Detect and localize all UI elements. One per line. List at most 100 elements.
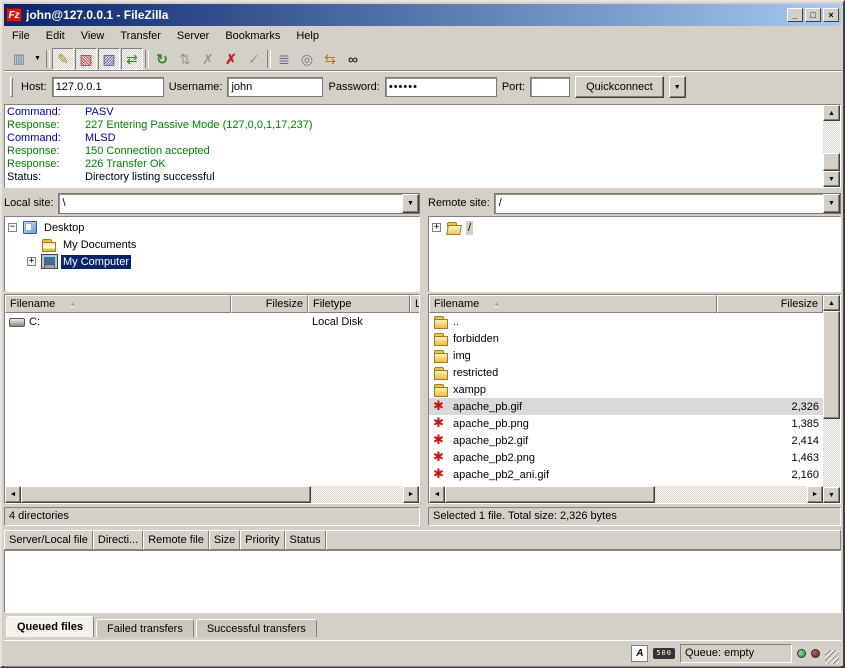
combo-dropdown-icon[interactable]: ▼ bbox=[402, 194, 419, 213]
menu-item[interactable]: Server bbox=[169, 28, 217, 44]
remote-hscroll-track[interactable] bbox=[655, 486, 807, 503]
menu-item[interactable]: Transfer bbox=[112, 28, 169, 44]
tree-item[interactable]: My Documents bbox=[6, 236, 418, 253]
local-horizontal-scrollbar[interactable]: ◄ ► bbox=[5, 486, 419, 503]
menu-item[interactable]: View bbox=[73, 28, 113, 44]
speed-limit-indicator-icon[interactable]: 500 bbox=[653, 648, 675, 659]
apache_pb.gif[interactable]: apache_pb.gif 2,326 bbox=[429, 398, 823, 415]
minimize-button[interactable]: _ bbox=[787, 8, 803, 22]
scroll-left-icon[interactable]: ◄ bbox=[429, 486, 445, 503]
sep3[interactable] bbox=[266, 48, 272, 70]
log-scrollbar[interactable]: ▲ ▼ bbox=[823, 105, 840, 187]
tab-failed-transfers[interactable]: Failed transfers bbox=[96, 619, 194, 637]
local-hscroll-track[interactable] bbox=[311, 486, 403, 503]
tab-queued-files[interactable]: Queued files bbox=[6, 616, 94, 637]
site-manager[interactable]: ▥ bbox=[8, 48, 30, 70]
transfer-type-indicator-icon[interactable]: A bbox=[631, 645, 648, 662]
queue-column-header[interactable]: Remote file bbox=[143, 530, 209, 550]
apache_pb2.png[interactable]: apache_pb2.png 1,463 bbox=[429, 449, 823, 466]
xampp[interactable]: xampp bbox=[429, 381, 823, 398]
scroll-down-icon[interactable]: ▼ bbox=[823, 487, 840, 503]
apache_pb.png[interactable]: apache_pb.png 1,385 bbox=[429, 415, 823, 432]
close-button[interactable]: × bbox=[823, 8, 839, 22]
scroll-right-icon[interactable]: ► bbox=[403, 486, 419, 503]
cancel[interactable]: ✗ bbox=[197, 48, 219, 70]
compare[interactable]: ◎ bbox=[296, 48, 318, 70]
sep2[interactable] bbox=[144, 48, 150, 70]
queue-column-header[interactable]: Server/Local file bbox=[4, 530, 93, 550]
apache_pb2.gif[interactable]: apache_pb2.gif 2,414 bbox=[429, 432, 823, 449]
toggle-queue[interactable]: ⇄ bbox=[121, 48, 143, 70]
quickconnect-dropdown-icon[interactable]: ▼ bbox=[669, 76, 686, 98]
toggle-message-log[interactable]: ✎ bbox=[52, 48, 74, 70]
tree-expander-icon[interactable]: + bbox=[27, 257, 36, 266]
maximize-button[interactable]: □ bbox=[805, 8, 821, 22]
combo-dropdown-icon[interactable]: ▼ bbox=[823, 194, 840, 213]
local-hscroll-thumb[interactable] bbox=[21, 486, 311, 503]
restricted[interactable]: restricted bbox=[429, 364, 823, 381]
column-header-truncated[interactable]: L bbox=[410, 295, 420, 313]
log-scrollbar-track[interactable] bbox=[823, 121, 840, 153]
column-header-filesize[interactable]: Filesize bbox=[717, 295, 823, 313]
site-manager-dropdown[interactable]: ▼ bbox=[31, 48, 44, 70]
remote-hscroll-thumb[interactable] bbox=[445, 486, 655, 503]
column-header-filename[interactable]: Filename ▲ bbox=[429, 295, 717, 313]
queue-column-header[interactable]: Status bbox=[285, 530, 326, 550]
queue-column-header[interactable]: Priority bbox=[240, 530, 284, 550]
scroll-left-icon[interactable]: ◄ bbox=[5, 486, 21, 503]
apache_pb2_ani.gif[interactable]: apache_pb2_ani.gif 2,160 bbox=[429, 466, 823, 483]
toggle-remote-tree[interactable]: ▨ bbox=[98, 48, 120, 70]
remote-site-combo[interactable]: / ▼ bbox=[494, 193, 841, 214]
toolbar-grip[interactable] bbox=[10, 77, 13, 97]
column-header-filetype[interactable]: Filetype bbox=[308, 295, 410, 313]
remote-vscroll-track[interactable] bbox=[823, 419, 840, 487]
..[interactable]: .. bbox=[429, 313, 823, 330]
host-input[interactable] bbox=[52, 77, 164, 97]
tree-item[interactable]: + / bbox=[430, 219, 839, 236]
sep1[interactable] bbox=[45, 48, 51, 70]
column-header-filesize[interactable]: Filesize bbox=[231, 295, 308, 313]
column-header-filename[interactable]: Filename ▲ bbox=[5, 295, 231, 313]
remote-vscroll-thumb[interactable] bbox=[823, 311, 840, 419]
scroll-up-icon[interactable]: ▲ bbox=[823, 105, 840, 121]
queue-body[interactable] bbox=[4, 550, 841, 613]
password-input[interactable] bbox=[385, 77, 497, 97]
menu-item[interactable]: Help bbox=[288, 28, 327, 44]
scroll-down-icon[interactable]: ▼ bbox=[823, 171, 840, 187]
reconnect[interactable]: ✓ bbox=[243, 48, 265, 70]
forbidden[interactable]: forbidden bbox=[429, 330, 823, 347]
tree-item[interactable]: − Desktop bbox=[6, 219, 418, 236]
toggle-local-tree[interactable]: ▧ bbox=[75, 48, 97, 70]
scroll-right-icon[interactable]: ► bbox=[807, 486, 823, 503]
sync-browsing[interactable]: ⇆ bbox=[319, 48, 341, 70]
tree-expander-icon[interactable]: + bbox=[432, 223, 441, 232]
process-queue[interactable]: ⇅ bbox=[174, 48, 196, 70]
scroll-up-icon[interactable]: ▲ bbox=[823, 295, 840, 311]
C:[interactable]: C: Local Disk bbox=[5, 313, 419, 330]
tree-item[interactable]: + My Computer bbox=[6, 253, 418, 270]
menu-item[interactable]: File bbox=[4, 28, 38, 44]
username-input[interactable] bbox=[227, 77, 323, 97]
menu-item[interactable]: Edit bbox=[38, 28, 73, 44]
title-bar[interactable]: Fz john@127.0.0.1 - FileZilla _ □ × bbox=[4, 4, 841, 26]
file-name: img bbox=[453, 350, 471, 362]
quickconnect-button[interactable]: Quickconnect bbox=[575, 76, 664, 98]
img[interactable]: img bbox=[429, 347, 823, 364]
queue-column-header[interactable]: Directi... bbox=[93, 530, 143, 550]
pane-splitter[interactable] bbox=[420, 192, 428, 526]
log-scrollbar-thumb[interactable] bbox=[823, 153, 840, 171]
remote-vertical-scrollbar[interactable]: ▲ ▼ bbox=[823, 295, 840, 503]
tab-successful-transfers[interactable]: Successful transfers bbox=[196, 619, 317, 637]
queue-column-header[interactable]: Size bbox=[209, 530, 240, 550]
resize-grip[interactable] bbox=[825, 650, 839, 664]
disconnect[interactable]: ✗ bbox=[220, 48, 242, 70]
refresh[interactable]: ↻ bbox=[151, 48, 173, 70]
find[interactable]: ∞ bbox=[342, 48, 364, 70]
local-site-combo[interactable]: \ ▼ bbox=[58, 193, 420, 214]
filter[interactable]: ≣ bbox=[273, 48, 295, 70]
file-size: 1,463 bbox=[717, 452, 823, 464]
port-input[interactable] bbox=[530, 77, 570, 97]
menu-item[interactable]: Bookmarks bbox=[217, 28, 288, 44]
remote-horizontal-scrollbar[interactable]: ◄ ► bbox=[429, 486, 823, 503]
tree-expander-icon[interactable]: − bbox=[8, 223, 17, 232]
